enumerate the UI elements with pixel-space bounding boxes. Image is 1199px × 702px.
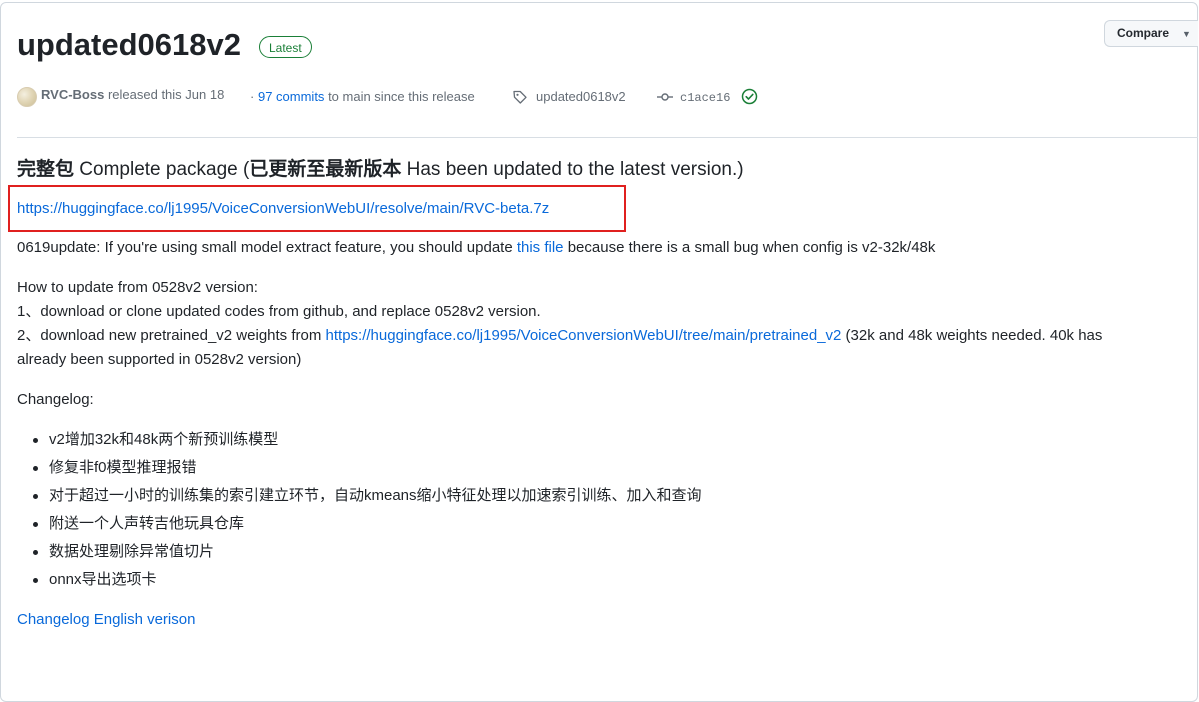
- list-item: onnx导出选项卡: [17, 568, 702, 596]
- howto-step-2-line-2: already been supported in 0528v2 version…: [17, 351, 302, 368]
- howto-step-2: 2、download new pretrained_v2 weights fro…: [17, 324, 1102, 348]
- verified-check-icon[interactable]: [741, 88, 758, 105]
- update-note-prefix: 0619update: If you're using small model …: [17, 239, 517, 256]
- download-paragraph: https://huggingface.co/lj1995/VoiceConve…: [17, 197, 549, 221]
- chevron-down-icon: ▼: [1182, 29, 1191, 39]
- compare-label: Compare: [1117, 26, 1170, 40]
- pretrained-link[interactable]: https://huggingface.co/lj1995/VoiceConve…: [326, 327, 842, 344]
- avatar[interactable]: [17, 87, 37, 107]
- package-heading: 完整包 Complete package (已更新至最新版本 Has been …: [17, 157, 744, 183]
- update-note-suffix: because there is a small bug when config…: [563, 239, 936, 256]
- latest-badge: Latest: [259, 36, 312, 58]
- howto-step-2-prefix: 2、download new pretrained_v2 weights fro…: [17, 327, 326, 344]
- changelog-title: Changelog:: [17, 391, 94, 408]
- commits-separator: ·: [250, 89, 255, 104]
- release-author-line: RVC-Boss released this Jun 18: [41, 86, 224, 104]
- heading-text-1: Complete package (: [74, 159, 250, 180]
- commit-sha-link[interactable]: c1ace16: [680, 89, 730, 107]
- author-link[interactable]: RVC-Boss: [41, 87, 104, 102]
- tag-link[interactable]: updated0618v2: [536, 88, 626, 106]
- this-file-link[interactable]: this file: [517, 239, 564, 256]
- release-title[interactable]: updated0618v2: [17, 26, 241, 64]
- compare-button[interactable]: Compare ▼: [1104, 20, 1198, 47]
- howto-title: How to update from 0528v2 version:: [17, 279, 258, 296]
- howto-step-2-suffix: (32k and 48k weights needed. 40k has: [841, 327, 1103, 344]
- list-item: 附送一个人声转吉他玩具仓库: [17, 512, 702, 540]
- download-link[interactable]: https://huggingface.co/lj1995/VoiceConve…: [17, 200, 549, 217]
- changelog-english-link[interactable]: Changelog English verison: [17, 611, 195, 628]
- howto-step-1: 1、download or clone updated codes from g…: [17, 303, 541, 320]
- update-note: 0619update: If you're using small model …: [17, 236, 935, 260]
- list-item: 数据处理剔除异常值切片: [17, 540, 702, 568]
- list-item: v2增加32k和48k两个新预训练模型: [17, 428, 702, 456]
- commits-suffix: to main since this release: [328, 89, 475, 104]
- heading-bold-2: 已更新至最新版本: [249, 159, 402, 180]
- tag-icon: [513, 90, 527, 104]
- changelog-english-paragraph: Changelog English verison: [17, 608, 195, 632]
- divider: [17, 137, 1198, 138]
- released-text: released this Jun 18: [107, 87, 225, 102]
- heading-text-2: Has been updated to the latest version.): [401, 159, 744, 180]
- list-item: 对于超过一小时的训练集的索引建立环节，自动kmeans缩小特征处理以加速索引训练…: [17, 484, 702, 512]
- heading-bold-1: 完整包: [17, 159, 75, 180]
- commits-line: · 97 commits to main since this release: [250, 88, 475, 106]
- changelog-list: v2增加32k和48k两个新预训练模型 修复非f0模型推理报错 对于超过一小时的…: [17, 428, 702, 596]
- list-item: 修复非f0模型推理报错: [17, 456, 702, 484]
- commits-link[interactable]: 97 commits: [258, 89, 324, 104]
- commit-icon: [657, 93, 673, 101]
